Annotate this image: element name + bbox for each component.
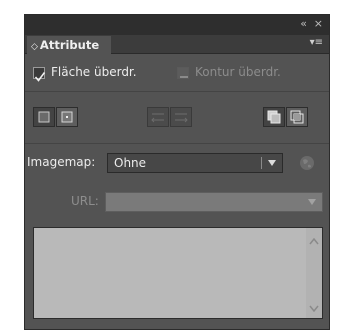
imagemap-select[interactable]: Ohne (107, 153, 283, 173)
browser-globe-icon[interactable] (299, 155, 315, 171)
dropdown-arrow-icon (308, 199, 316, 205)
imagemap-row: Imagemap: Ohne (25, 151, 329, 175)
tab-chevron-icon[interactable]: ◇ (31, 42, 38, 52)
overprint-stroke-label[interactable]: Kontur überdr. (195, 65, 281, 79)
separator (25, 91, 329, 92)
nonzero-winding-icon (267, 110, 281, 124)
url-combo[interactable] (105, 192, 323, 212)
panel-title-bar[interactable]: « × (25, 15, 329, 35)
reverse-path-right-icon (175, 113, 188, 123)
dropdown-arrow-icon (268, 160, 276, 166)
imagemap-label: Imagemap: (27, 155, 96, 169)
overprint-stroke-checkbox[interactable] (177, 67, 189, 79)
list-scrollbar[interactable] (306, 228, 322, 318)
checkmark-icon (34, 72, 46, 82)
reverse-path-left-button[interactable] (147, 107, 169, 127)
stroke-disabled-icon (180, 76, 188, 78)
hide-center-icon (38, 111, 50, 123)
even-odd-button[interactable] (286, 107, 308, 127)
panel-tab-strip: ◇ Attribute ▾≡ (25, 35, 329, 54)
url-row: URL: (25, 191, 329, 213)
nonzero-winding-button[interactable] (263, 107, 285, 127)
scroll-down-icon[interactable] (309, 305, 319, 312)
reverse-path-right-button[interactable] (170, 107, 192, 127)
separator (25, 143, 329, 144)
close-panel-icon[interactable]: × (314, 17, 323, 31)
attribute-panel: « × ◇ Attribute ▾≡ Fläche überdr. Kontur … (24, 14, 330, 330)
reverse-path-left-icon (151, 113, 164, 123)
overprint-row: Fläche überdr. Kontur überdr. (25, 63, 329, 83)
panel-menu-icon[interactable]: ▾≡ (310, 37, 323, 48)
show-center-button[interactable] (56, 107, 78, 127)
overprint-fill-checkbox[interactable] (33, 67, 46, 82)
even-odd-icon (290, 110, 304, 124)
tab-attribute-label: Attribute (39, 38, 100, 52)
overprint-fill-label[interactable]: Fläche überdr. (51, 65, 137, 79)
show-center-icon (61, 111, 73, 123)
hide-center-button[interactable] (33, 107, 55, 127)
collapse-panel-icon[interactable]: « (300, 17, 307, 31)
scroll-up-icon[interactable] (309, 238, 319, 245)
imagemap-value: Ohne (114, 156, 147, 170)
url-label: URL: (71, 194, 99, 208)
tab-attribute[interactable]: ◇ Attribute (27, 36, 111, 54)
select-divider (261, 157, 262, 169)
url-list-box[interactable] (33, 227, 323, 319)
attribute-buttons-row (25, 107, 329, 131)
